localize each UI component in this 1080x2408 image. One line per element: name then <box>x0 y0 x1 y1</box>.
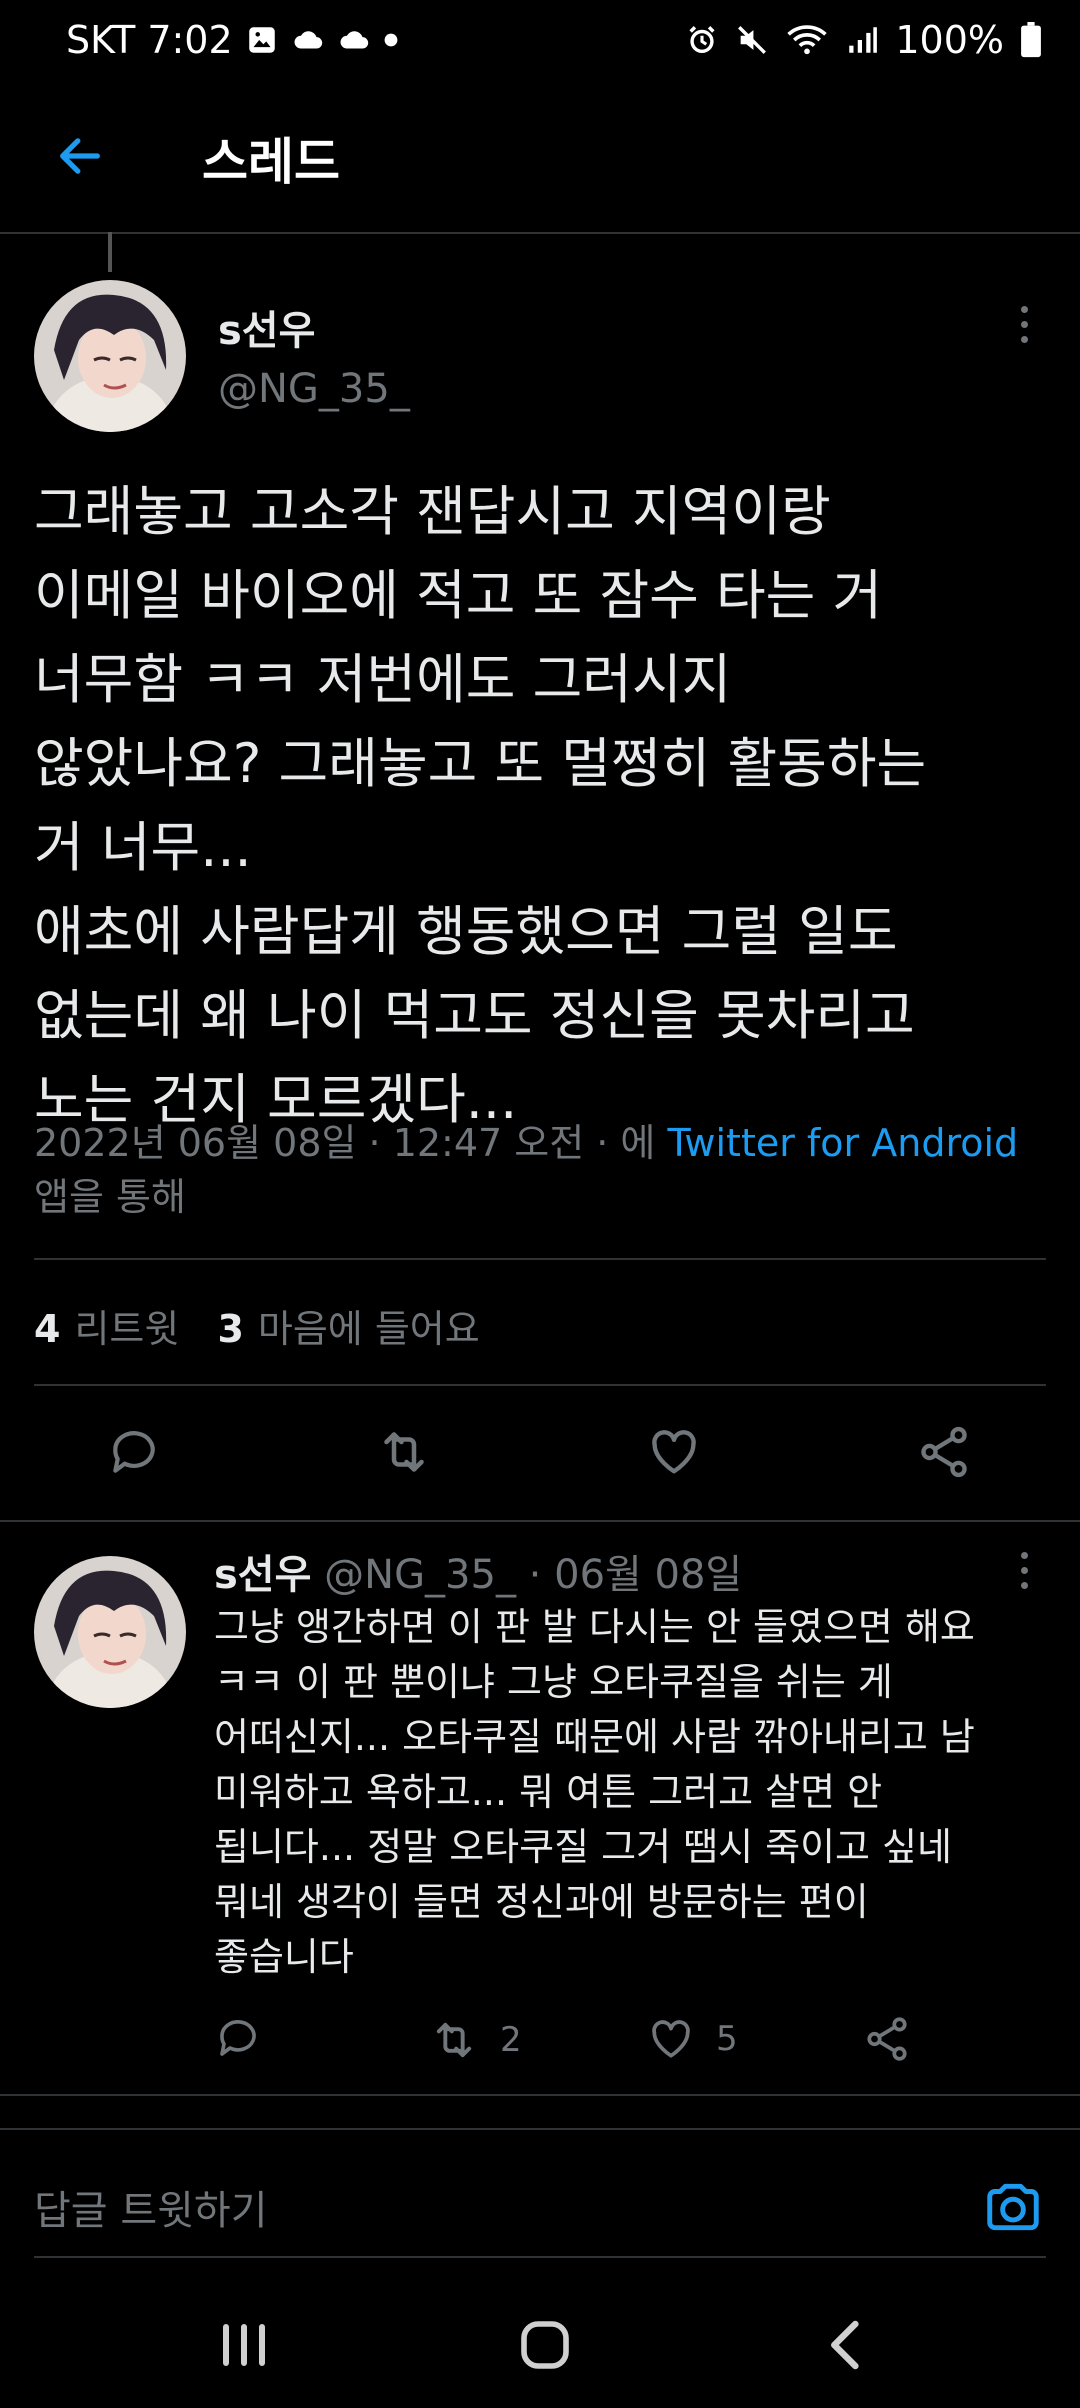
reply-like-count: 5 <box>716 2019 738 2059</box>
heart-icon <box>652 2020 690 2058</box>
tweet-metadata: 2022년 06월 08일 · 12:47 오전 · 에 Twitter for… <box>34 1116 1054 1224</box>
recent-apps-button[interactable] <box>204 2310 284 2380</box>
more-options-button[interactable] <box>1004 294 1044 354</box>
share-icon <box>921 1426 967 1478</box>
reply-retweet-count: 2 <box>500 2020 522 2060</box>
back-button[interactable] <box>48 124 112 188</box>
avatar-image <box>34 1556 186 1708</box>
home-icon <box>521 2321 569 2369</box>
reply-like-button[interactable]: 5 <box>646 2014 738 2064</box>
signal-icon <box>849 27 878 53</box>
reply-input[interactable]: 답글 트윗하기 <box>34 2178 268 2236</box>
reply-header: s선우 @NG_35_ · 06월 08일 <box>214 1542 742 1600</box>
top-app-bar: 스레드 <box>0 84 1080 234</box>
like-stat[interactable]: 3 마음에 들어요 <box>217 1307 479 1351</box>
divider <box>34 1258 1046 1260</box>
wifi-icon <box>787 25 828 55</box>
divider <box>0 1520 1080 1522</box>
status-bar: SKT 7:02 100% <box>0 0 1080 84</box>
divider <box>34 1384 1046 1386</box>
reply-retweet-button[interactable]: 2 <box>428 2014 522 2066</box>
avatar[interactable] <box>34 280 186 432</box>
clock: 7:02 <box>147 18 233 62</box>
like-count: 3 <box>217 1307 244 1351</box>
battery-percent: 100% <box>895 18 1004 62</box>
like-button[interactable] <box>634 1412 714 1492</box>
carrier-label: SKT <box>66 18 136 62</box>
reply-body: 그냥 앵간하면 이 판 발 다시는 안 들였으면 해요 ㅋㅋ 이 판 뿐이냐 그… <box>214 1605 975 1979</box>
dot-icon <box>1020 320 1028 328</box>
dot-icon <box>1020 335 1028 343</box>
page-title: 스레드 <box>202 133 340 191</box>
client-link[interactable]: Twitter for Android <box>667 1121 1018 1165</box>
gallery-icon <box>248 27 275 53</box>
client-suffix: 앱을 통해 <box>34 1175 186 1219</box>
author-handle[interactable]: @NG_35_ <box>218 366 410 412</box>
divider <box>0 2128 1080 2130</box>
dot-icon <box>1020 305 1028 313</box>
share-icon <box>867 2017 907 2061</box>
reply-reply-button[interactable] <box>214 2014 262 2062</box>
retweet-count: 4 <box>34 1307 61 1351</box>
share-button[interactable] <box>904 1412 984 1492</box>
mute-icon <box>738 26 767 54</box>
camera-icon <box>987 2183 1039 2231</box>
reply-icon <box>113 1431 155 1473</box>
dot-icon <box>1020 1551 1028 1559</box>
status-right: 100% <box>685 18 1042 62</box>
reply-author-name[interactable]: s선우 <box>214 1552 311 1598</box>
chevron-left-icon <box>831 2320 859 2370</box>
divider <box>34 2256 1046 2258</box>
retweet-stat[interactable]: 4 리트윗 <box>34 1307 179 1351</box>
dot-icon <box>1020 1566 1028 1574</box>
retweet-label: 리트윗 <box>74 1307 180 1351</box>
reply-more-options-button[interactable] <box>1004 1540 1044 1600</box>
dot-icon <box>1020 1581 1028 1589</box>
alarm-icon <box>689 26 715 54</box>
reply-date: · 06월 08일 <box>515 1552 743 1598</box>
reply-author-handle[interactable]: @NG_35_ <box>324 1552 516 1598</box>
camera-button[interactable] <box>978 2172 1048 2242</box>
reply-button[interactable] <box>94 1412 174 1492</box>
status-left: SKT 7:02 <box>66 18 399 62</box>
tweet-stats: 4 리트윗 3 마음에 들어요 <box>34 1298 480 1353</box>
tweet-body: 그래놓고 고소각 잰답시고 지역이랑 이메일 바이오에 적고 또 잠수 타는 거… <box>34 480 927 1131</box>
cloud-icon <box>294 31 322 49</box>
tweet-timestamp: 2022년 06월 08일 · 12:47 오전 · 에 <box>34 1121 668 1165</box>
thread-connector-line <box>108 232 112 272</box>
back-nav-button[interactable] <box>806 2310 886 2380</box>
arrow-left-icon <box>60 138 100 174</box>
retweet-icon <box>436 2022 472 2058</box>
reply-icon <box>220 2020 256 2056</box>
notification-dot-icon <box>384 33 398 47</box>
retweet-icon <box>384 1432 424 1472</box>
author-name[interactable]: s선우 <box>218 298 315 356</box>
reply-avatar[interactable] <box>34 1556 186 1708</box>
retweet-button[interactable] <box>364 1412 444 1492</box>
battery-icon <box>1021 22 1041 58</box>
avatar-image <box>34 280 186 432</box>
heart-icon <box>652 1430 696 1474</box>
like-label: 마음에 들어요 <box>257 1307 480 1351</box>
recent-apps-icon <box>223 2324 265 2366</box>
cloud-icon-2 <box>340 31 368 49</box>
system-nav-bar <box>0 2280 1080 2408</box>
home-button[interactable] <box>505 2310 585 2380</box>
reply-share-button[interactable] <box>862 2014 912 2064</box>
divider <box>0 2094 1080 2096</box>
